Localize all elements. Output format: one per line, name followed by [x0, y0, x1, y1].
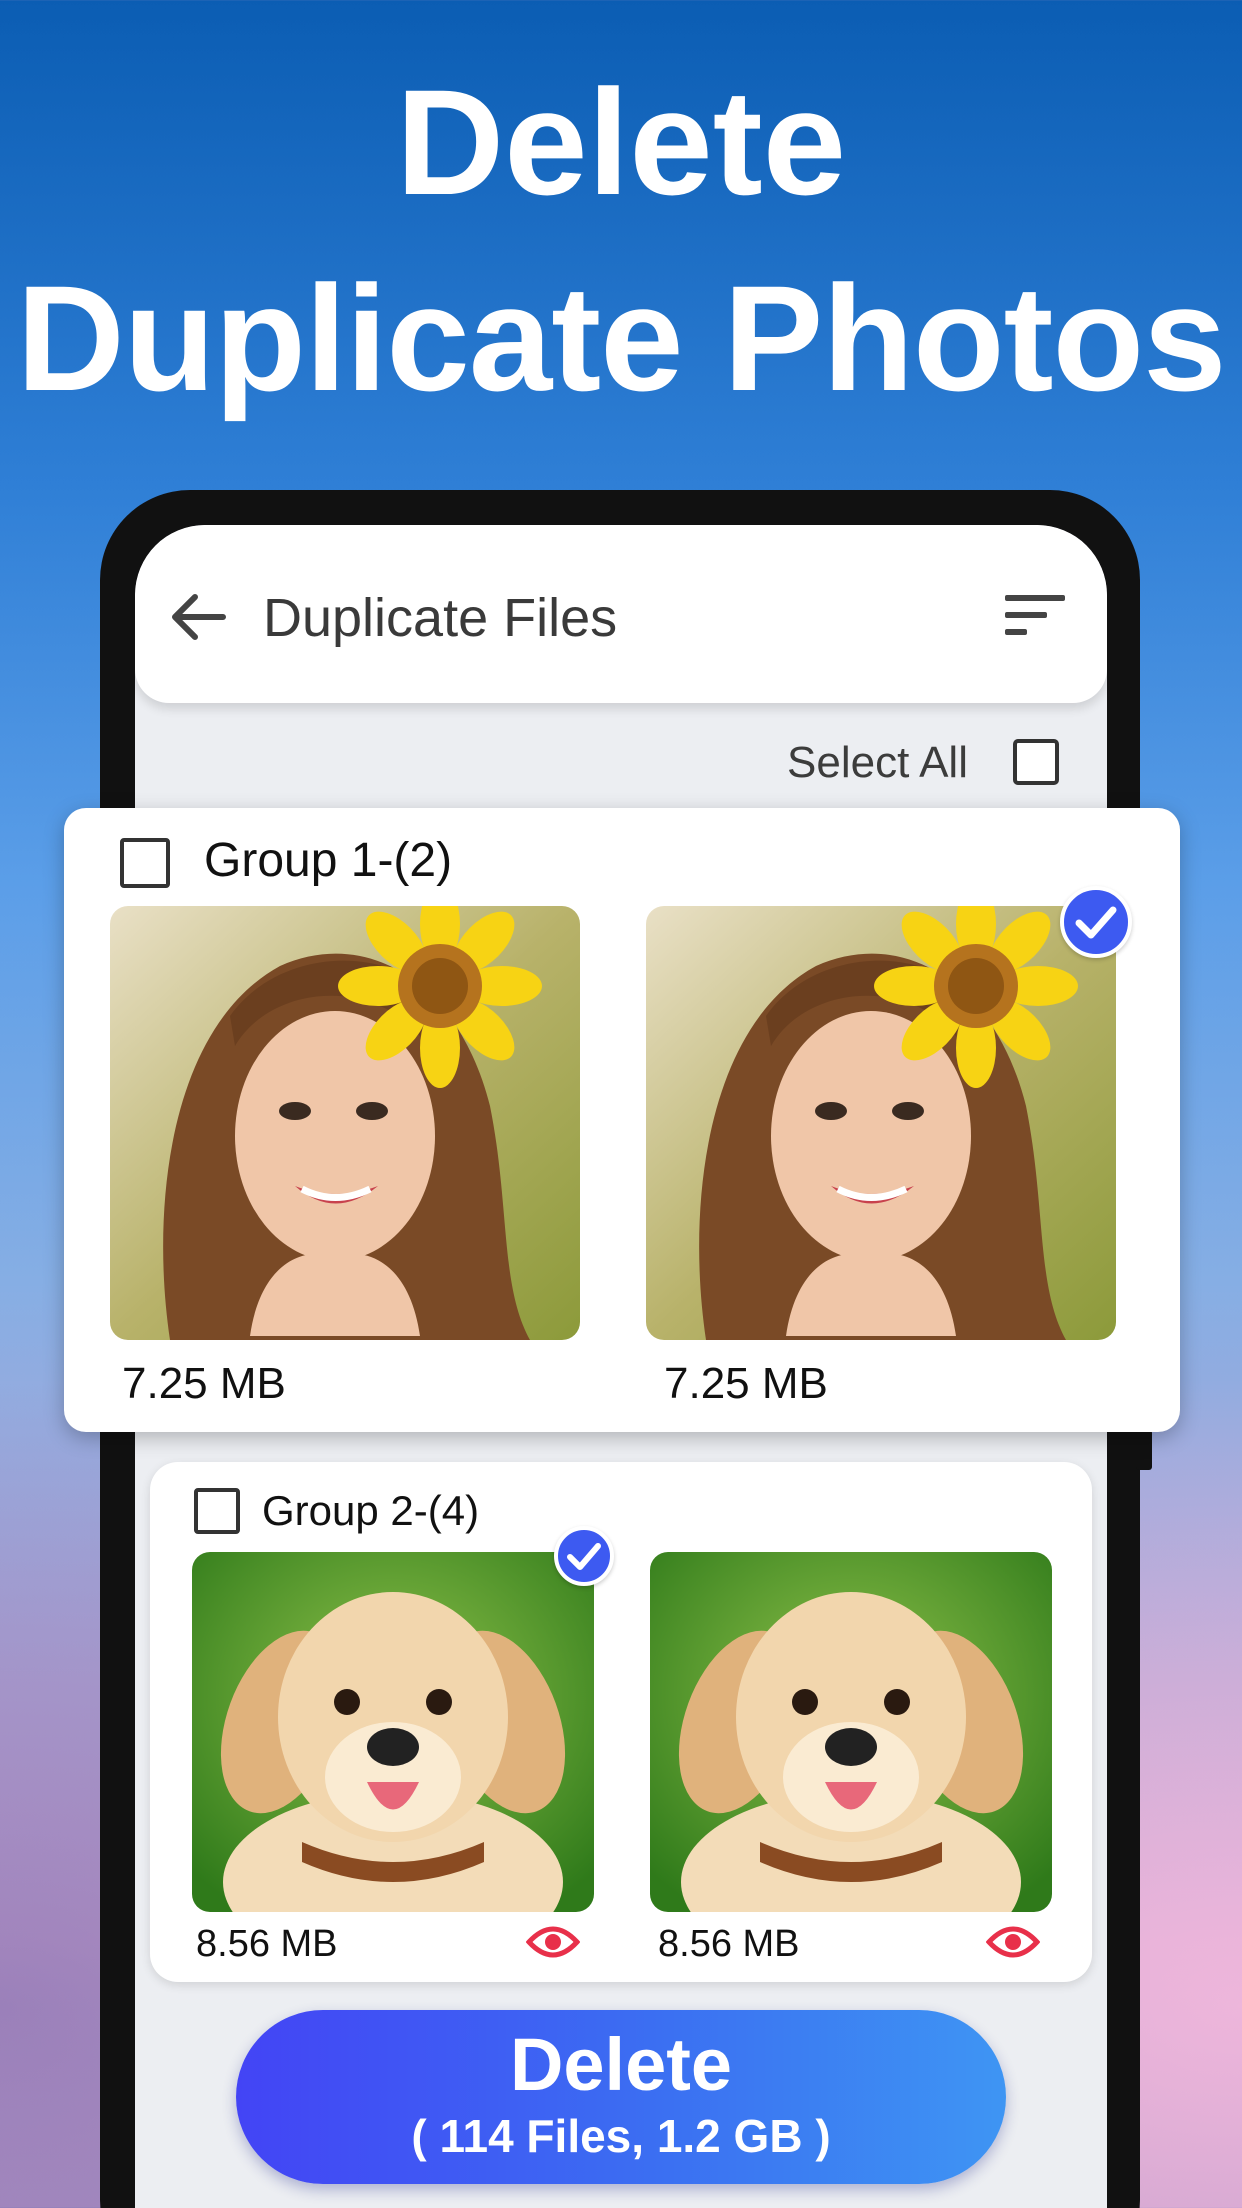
app-bar: Duplicate Files: [135, 525, 1107, 703]
group-title: Group 1-(2): [204, 834, 453, 887]
woman-with-sunflower-photo: [110, 906, 580, 1340]
golden-retriever-puppy-photo: [650, 1552, 1052, 1912]
golden-retriever-puppy-photo: [192, 1552, 594, 1912]
delete-button-label: Delete: [509, 2023, 733, 2106]
delete-summary: ( 114 Files, 1.2 GB ): [411, 2110, 831, 2162]
file-size-label: 8.56 MB: [658, 1923, 800, 1965]
page-title: Duplicate Files: [263, 588, 618, 648]
preview-button[interactable]: [525, 1922, 581, 1962]
back-button[interactable]: [165, 587, 231, 647]
checkmark-icon: [1075, 906, 1117, 939]
duplicate-group-card-2: Group 2-(4) 8.56 MB 8.56 MB: [150, 1462, 1092, 1982]
sort-icon: [1005, 595, 1065, 635]
photo-thumbnail[interactable]: [646, 906, 1116, 1340]
group-checkbox[interactable]: [120, 838, 170, 888]
selected-check-badge[interactable]: [1060, 886, 1132, 958]
selected-check-badge[interactable]: [554, 1526, 614, 1586]
eye-icon: [985, 1926, 1041, 1958]
photo-thumbnail[interactable]: [110, 906, 580, 1340]
duplicate-group-card-1: Group 1-(2) 7.25 MB 7.25 MB: [64, 808, 1180, 1432]
woman-with-sunflower-photo: [646, 906, 1116, 1340]
checkmark-icon: [567, 1543, 601, 1570]
photo-thumbnail[interactable]: [650, 1552, 1052, 1912]
phone-side-button: [1136, 1430, 1152, 1470]
group-checkbox[interactable]: [194, 1488, 240, 1534]
group-title: Group 2-(4): [262, 1487, 480, 1534]
preview-button[interactable]: [985, 1922, 1041, 1962]
promo-headline-line1: Delete: [395, 58, 847, 226]
photo-thumbnail[interactable]: [192, 1552, 594, 1912]
select-all-checkbox[interactable]: [1013, 739, 1059, 785]
arrow-left-icon: [172, 594, 226, 640]
file-size-label: 7.25 MB: [122, 1359, 286, 1408]
eye-icon: [525, 1926, 581, 1958]
file-size-label: 7.25 MB: [664, 1359, 828, 1408]
promo-headline-line2: Duplicate Photos: [16, 254, 1226, 422]
file-size-label: 8.56 MB: [196, 1923, 338, 1965]
select-all-label: Select All: [787, 738, 968, 787]
sort-button[interactable]: [1003, 593, 1069, 639]
delete-button[interactable]: Delete ( 114 Files, 1.2 GB ): [236, 2010, 1006, 2184]
